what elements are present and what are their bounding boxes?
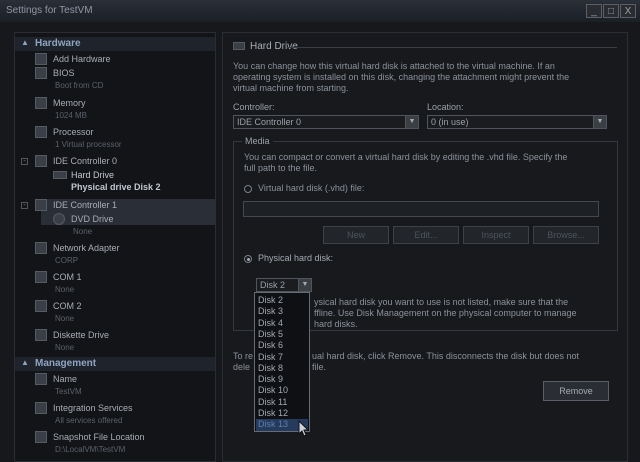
network-adapter-icon bbox=[35, 242, 47, 254]
collapse-icon[interactable]: ▲ bbox=[21, 38, 29, 47]
management-section-label: Management bbox=[35, 358, 97, 369]
dvd-icon bbox=[53, 213, 65, 225]
sidebar-item-label: IDE Controller 0 bbox=[53, 156, 118, 166]
ide-controller-icon bbox=[35, 199, 47, 211]
sidebar-item-label: Integration Services bbox=[53, 403, 133, 413]
title-bar[interactable]: Settings for TestVM _ □ X bbox=[0, 0, 640, 22]
dropdown-option[interactable]: Disk 12 bbox=[256, 408, 308, 419]
remove-text-right: ual hard disk, click Remove. This discon… bbox=[312, 351, 579, 372]
close-button[interactable]: X bbox=[620, 4, 636, 18]
controller-select[interactable]: IDE Controller 0 ▼ bbox=[233, 115, 419, 129]
sidebar-item-sub: None bbox=[55, 343, 75, 352]
collapse-icon[interactable]: ▲ bbox=[21, 358, 29, 367]
dropdown-option[interactable]: Disk 8 bbox=[256, 363, 308, 374]
sidebar-item-label: Add Hardware bbox=[53, 54, 111, 64]
maximize-button[interactable]: □ bbox=[603, 4, 619, 18]
dropdown-option[interactable]: Disk 5 bbox=[256, 329, 308, 340]
location-value: 0 (in use) bbox=[431, 117, 469, 127]
location-label: Location: bbox=[427, 102, 464, 112]
sidebar-item-label: Processor bbox=[53, 127, 94, 137]
remove-button[interactable]: Remove bbox=[543, 381, 609, 401]
ide-controller-icon bbox=[35, 155, 47, 167]
media-label: Media bbox=[242, 136, 273, 146]
window-title: Settings for TestVM bbox=[6, 5, 93, 16]
sidebar-item-label: IDE Controller 1 bbox=[53, 200, 118, 210]
physical-disk-note: ysical hard disk you want to use is not … bbox=[314, 297, 577, 329]
com-port-icon bbox=[35, 271, 47, 283]
controller-value: IDE Controller 0 bbox=[237, 117, 302, 127]
sidebar-item-sub: Boot from CD bbox=[55, 81, 104, 90]
physical-disk-select[interactable]: Disk 2 ▼ bbox=[256, 278, 312, 292]
dropdown-option[interactable]: Disk 7 bbox=[256, 352, 308, 363]
dropdown-option[interactable]: Disk 6 bbox=[256, 340, 308, 351]
sidebar-item-label: DVD Drive bbox=[71, 214, 114, 224]
sidebar-item-sub: TestVM bbox=[55, 387, 82, 396]
com-port-icon bbox=[35, 300, 47, 312]
dropdown-option[interactable]: Disk 9 bbox=[256, 374, 308, 385]
media-text: You can compact or convert a virtual har… bbox=[244, 152, 568, 173]
settings-tree: ▲ Hardware Add Hardware BIOS Boot from C… bbox=[14, 32, 216, 462]
vhd-path-input[interactable] bbox=[243, 201, 599, 217]
sidebar-item-sub: All services offered bbox=[55, 416, 123, 425]
vhd-radio[interactable] bbox=[244, 185, 252, 193]
collapse-icon[interactable]: - bbox=[21, 202, 28, 209]
diskette-icon bbox=[35, 329, 47, 341]
sidebar-item-label: Diskette Drive bbox=[53, 330, 110, 340]
dropdown-option[interactable]: Disk 4 bbox=[256, 318, 308, 329]
sidebar-item-sub: 1 Virtual processor bbox=[55, 140, 122, 149]
dropdown-option[interactable]: Disk 10 bbox=[256, 385, 308, 396]
dropdown-option[interactable]: Disk 11 bbox=[256, 397, 308, 408]
sidebar-item-sub: None bbox=[55, 285, 75, 294]
remove-text-left: To re dele bbox=[233, 351, 254, 372]
integration-services-icon bbox=[35, 402, 47, 414]
inspect-button[interactable]: Inspect bbox=[463, 226, 529, 244]
hardware-section-label: Hardware bbox=[35, 38, 81, 49]
bios-icon bbox=[35, 67, 47, 79]
physical-disk-value: Disk 2 bbox=[260, 280, 286, 290]
hard-drive-icon bbox=[233, 42, 245, 50]
hard-drive-icon bbox=[53, 171, 67, 179]
sidebar-item-label: Memory bbox=[53, 98, 86, 108]
physical-disk-radio[interactable] bbox=[244, 255, 252, 263]
controller-label: Controller: bbox=[233, 102, 275, 112]
browse-button[interactable]: Browse... bbox=[533, 226, 599, 244]
sidebar-item-sub: None bbox=[73, 227, 93, 236]
dropdown-option[interactable]: Disk 3 bbox=[256, 306, 308, 317]
vhd-radio-label: Virtual hard disk (.vhd) file: bbox=[258, 183, 365, 193]
dropdown-option[interactable]: Disk 2 bbox=[256, 295, 308, 306]
edit-button[interactable]: Edit... bbox=[393, 226, 459, 244]
sidebar-item-label: Name bbox=[53, 374, 78, 384]
location-select[interactable]: 0 (in use) ▼ bbox=[427, 115, 607, 129]
chevron-down-icon[interactable]: ▼ bbox=[298, 279, 311, 291]
chevron-down-icon[interactable]: ▼ bbox=[593, 116, 606, 128]
snapshot-icon bbox=[35, 431, 47, 443]
hardware-section-header[interactable]: ▲ Hardware bbox=[15, 37, 215, 51]
minimize-button[interactable]: _ bbox=[586, 4, 602, 18]
disk-dropdown-list[interactable]: Disk 2 Disk 3 Disk 4 Disk 5 Disk 6 Disk … bbox=[254, 292, 310, 432]
sidebar-item-label: Hard Drive bbox=[71, 170, 115, 180]
chevron-down-icon[interactable]: ▼ bbox=[405, 116, 418, 128]
settings-window: Settings for TestVM _ □ X ▲ Hardware Add… bbox=[0, 0, 640, 462]
processor-icon bbox=[35, 126, 47, 138]
new-button[interactable]: New bbox=[323, 226, 389, 244]
intro-text: You can change how this virtual hard dis… bbox=[233, 61, 570, 93]
sidebar-item-label: COM 2 bbox=[53, 301, 82, 311]
management-section-header[interactable]: ▲ Management bbox=[15, 357, 215, 371]
header-divider bbox=[287, 47, 617, 48]
name-icon bbox=[35, 373, 47, 385]
mouse-cursor-icon bbox=[298, 420, 310, 437]
sidebar-item-label: COM 1 bbox=[53, 272, 82, 282]
sidebar-item-label: Network Adapter bbox=[53, 243, 120, 253]
add-hardware-icon bbox=[35, 53, 47, 65]
memory-icon bbox=[35, 97, 47, 109]
physical-disk-radio-label: Physical hard disk: bbox=[258, 253, 334, 263]
sidebar-item-sub: Physical drive Disk 2 bbox=[71, 182, 161, 192]
sidebar-item-sub: CORP bbox=[55, 256, 79, 265]
sidebar-item-sub: None bbox=[55, 314, 75, 323]
collapse-icon[interactable]: - bbox=[21, 158, 28, 165]
sidebar-item-sub: 1024 MB bbox=[55, 111, 88, 120]
sidebar-item-label: BIOS bbox=[53, 68, 75, 78]
sidebar-item-sub: D:\LocalVM\TestVM bbox=[55, 445, 126, 454]
sidebar-item-label: Snapshot File Location bbox=[53, 432, 145, 442]
